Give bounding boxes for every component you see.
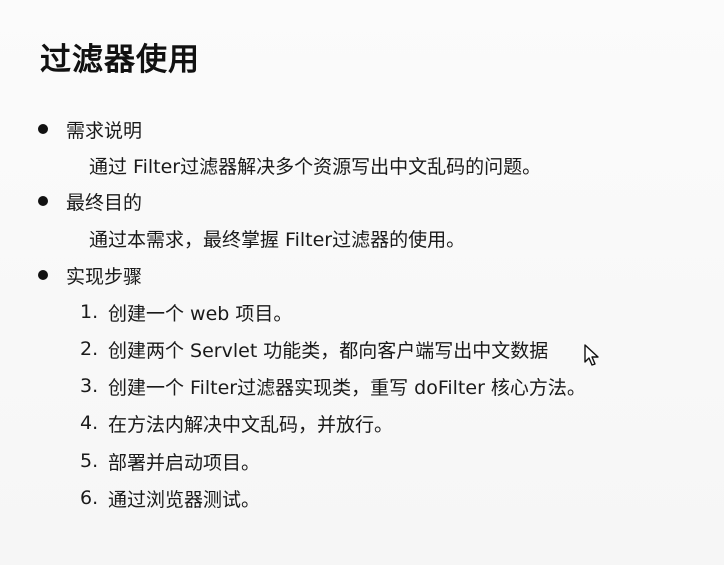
mouse-pointer-icon bbox=[584, 344, 599, 366]
step-text: 创建两个 Servlet 功能类，都向客户端写出中文数据 bbox=[108, 339, 549, 362]
requirement-description: 通过 Filter过滤器解决多个资源写出中文乱码的问题。 bbox=[89, 156, 542, 178]
step-item: 6. 通过浏览器测试。 bbox=[80, 485, 260, 511]
step-item: 5. 部署并启动项目。 bbox=[80, 448, 260, 474]
step-number: 6. bbox=[80, 487, 99, 509]
step-number: 4. bbox=[80, 412, 99, 434]
step-item: 3. 创建一个 Filter过滤器实现类，重写 doFilter 核心方法。 bbox=[80, 373, 586, 399]
bullet-dot-icon bbox=[38, 196, 48, 206]
step-number: 2. bbox=[80, 338, 99, 360]
bullet-heading: 需求说明 bbox=[66, 119, 143, 142]
bullet-dot-icon bbox=[38, 270, 48, 280]
step-number: 5. bbox=[80, 450, 99, 472]
step-text: 部署并启动项目。 bbox=[108, 451, 261, 474]
step-item: 1. 创建一个 web 项目。 bbox=[80, 299, 292, 325]
step-text: 创建一个 Filter过滤器实现类，重写 doFilter 核心方法。 bbox=[108, 376, 586, 399]
step-item: 4. 在方法内解决中文乱码，并放行。 bbox=[80, 410, 393, 436]
bullet-steps: 实现步骤 bbox=[38, 262, 142, 288]
goal-description: 通过本需求，最终掌握 Filter过滤器的使用。 bbox=[89, 229, 466, 251]
bullet-requirement: 需求说明 bbox=[38, 116, 142, 142]
slide: 过滤器使用 需求说明 通过 Filter过滤器解决多个资源写出中文乱码的问题。 … bbox=[0, 0, 724, 565]
step-text: 创建一个 web 项目。 bbox=[108, 302, 293, 325]
step-text: 通过浏览器测试。 bbox=[108, 488, 261, 511]
bullet-heading: 实现步骤 bbox=[66, 265, 143, 288]
slide-title: 过滤器使用 bbox=[40, 42, 200, 78]
step-number: 3. bbox=[80, 375, 99, 397]
bullet-heading: 最终目的 bbox=[66, 191, 143, 214]
bullet-goal: 最终目的 bbox=[38, 188, 142, 214]
step-text: 在方法内解决中文乱码，并放行。 bbox=[108, 413, 394, 436]
step-item: 2. 创建两个 Servlet 功能类，都向客户端写出中文数据 bbox=[80, 336, 548, 362]
step-number: 1. bbox=[80, 301, 99, 323]
bullet-dot-icon bbox=[38, 124, 48, 134]
